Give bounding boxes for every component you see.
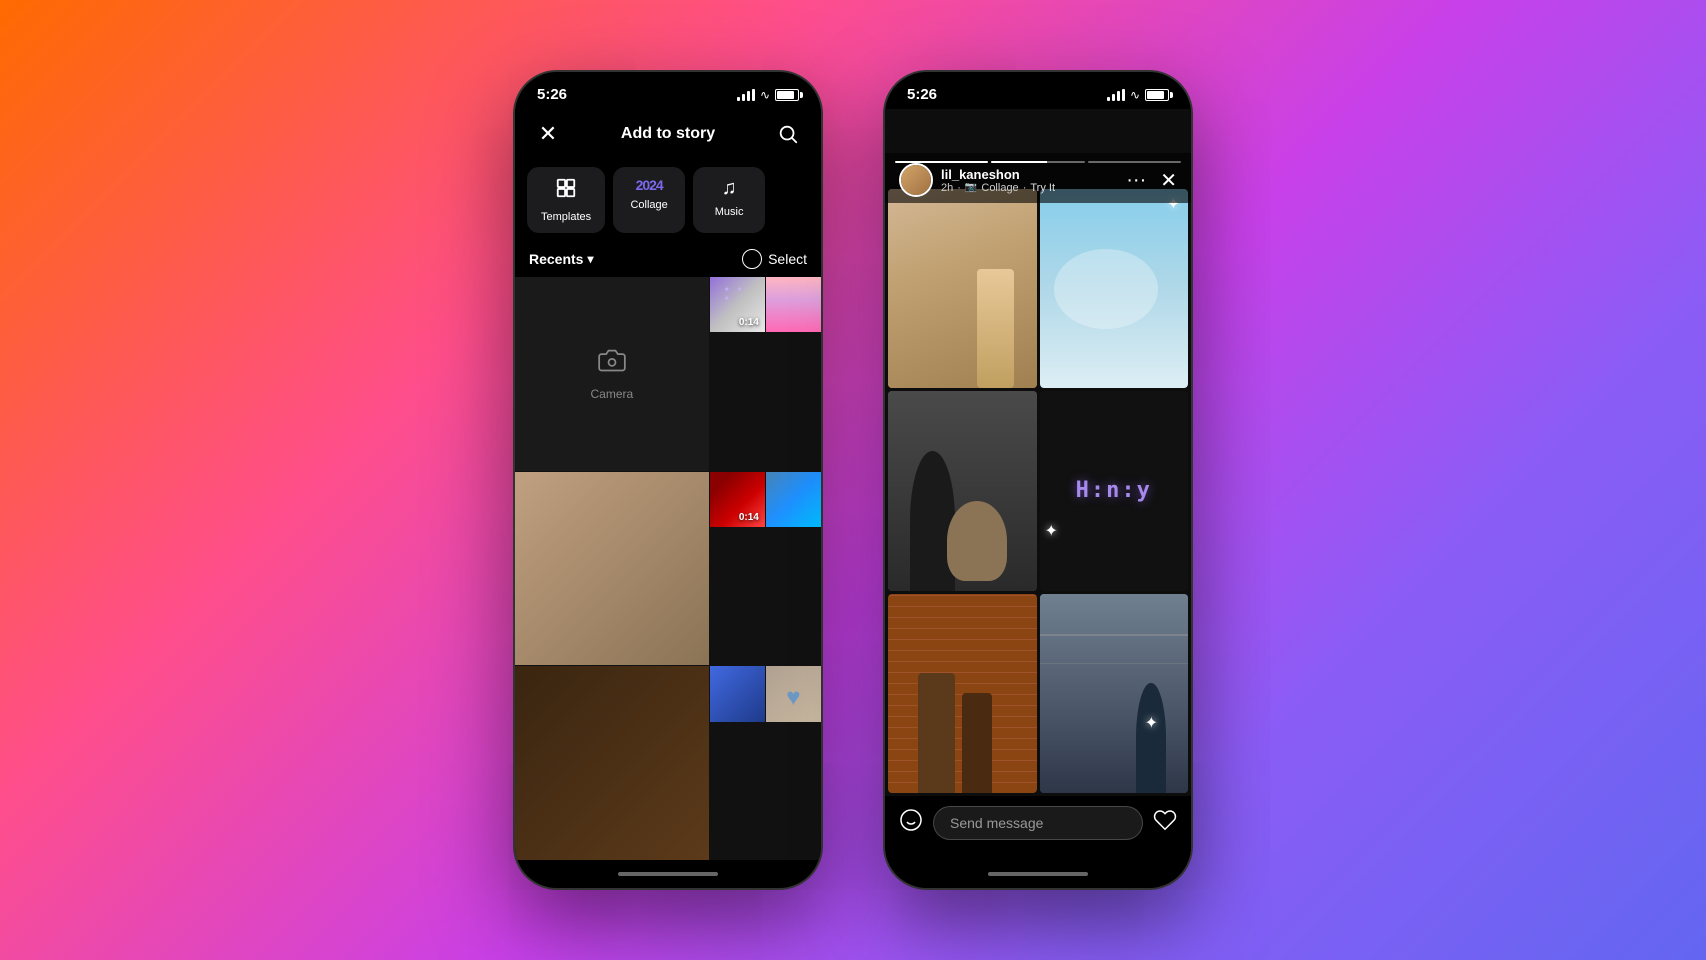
close-button[interactable]: ✕ [533, 119, 563, 149]
battery-icon-1 [775, 89, 799, 101]
dot-separator: · [957, 182, 961, 194]
battery-icon-2 [1145, 89, 1169, 101]
add-to-story-header: ✕ Add to story [515, 109, 821, 159]
story-collage: ✦ H:n: [885, 109, 1191, 796]
tab-music[interactable]: ♫ Music [693, 167, 765, 233]
collage-grid: ✦ H:n: [885, 109, 1191, 796]
sky-image: ✦ [1040, 189, 1189, 388]
status-time-1: 5:26 [537, 86, 567, 103]
templates-label: Templates [541, 211, 591, 223]
phone1-content: ✕ Add to story [515, 109, 821, 860]
heart-button[interactable] [1153, 808, 1177, 839]
brick-image [888, 594, 1037, 793]
story-progress-bars [885, 153, 1191, 167]
collage-item-5 [888, 594, 1037, 793]
recents-dropdown[interactable]: Recents ▾ [529, 251, 594, 267]
recents-label: Recents [529, 251, 583, 267]
text-overlay: H:n:y [1076, 478, 1152, 503]
photo-cell-8[interactable]: ♥ [766, 666, 821, 721]
phone2-content: lil_kaneshon 2h · 📷 Collage · Try It ··· [885, 109, 1191, 860]
dot-separator-2: · [1023, 182, 1027, 194]
status-icons-1: ∿ [737, 88, 799, 102]
progress-bar-3 [1088, 161, 1181, 163]
category-tabs: Templates 2024 Collage ♫ Music [515, 159, 821, 241]
home-bar-1 [618, 872, 718, 876]
story-meta: 2h · 📷 Collage · Try It [941, 182, 1055, 194]
status-bar-2: 5:26 ∿ [885, 72, 1191, 109]
more-options-button[interactable]: ··· [1126, 169, 1146, 192]
photo-cell-6[interactable] [515, 666, 709, 860]
phone-story-viewer: 5:26 ∿ [883, 70, 1193, 890]
tab-templates[interactable]: Templates [527, 167, 605, 233]
music-icon: ♫ [722, 177, 737, 200]
avatar-image [901, 165, 931, 195]
collage-icon: 2024 [636, 177, 663, 193]
status-bar-1: 5:26 ∿ [515, 72, 821, 109]
sparkle-icon-2: ✦ [1045, 521, 1058, 541]
message-input[interactable]: Send message [933, 806, 1143, 840]
collage-item-4: H:n:y ✦ [1040, 391, 1189, 590]
photo-cell-3[interactable] [515, 472, 709, 666]
rail-image: ✦ [1040, 594, 1189, 793]
collage-item-6: ✦ [1040, 594, 1189, 793]
video-duration-4: 0:14 [739, 512, 759, 523]
camera-icon [598, 347, 626, 379]
status-icons-2: ∿ [1107, 88, 1169, 102]
recents-bar: Recents ▾ Select [515, 241, 821, 277]
tab-collage[interactable]: 2024 Collage [613, 167, 685, 233]
signal-icon-2 [1107, 89, 1125, 101]
dog-image [888, 391, 1037, 590]
photo-cell-2[interactable] [766, 277, 821, 332]
home-indicator-1 [515, 860, 821, 888]
wifi-icon-1: ∿ [760, 88, 770, 102]
collage-item-3 [888, 391, 1037, 590]
story-bottom-bar: Send message [885, 796, 1191, 860]
status-time-2: 5:26 [907, 86, 937, 103]
home-bar-2 [988, 872, 1088, 876]
photo-grid: Camera 0:14 0:14 [515, 277, 821, 860]
search-button[interactable] [773, 119, 803, 149]
collage-label: Collage [630, 199, 667, 211]
photo-cell-7[interactable] [710, 666, 765, 721]
emoji-button[interactable] [899, 808, 923, 838]
dropdown-chevron-icon: ▾ [587, 252, 593, 266]
user-details: lil_kaneshon 2h · 📷 Collage · Try It [941, 167, 1055, 194]
collage-badge: 📷 [965, 182, 977, 193]
avatar [899, 163, 933, 197]
photo-cell-5[interactable] [766, 472, 821, 527]
sparkle-icon-3: ✦ [1145, 713, 1158, 733]
story-header-actions: ··· ✕ [1126, 168, 1177, 193]
music-label: Music [715, 206, 744, 218]
photo-cell-1[interactable]: 0:14 [710, 277, 765, 332]
phone-add-to-story: 5:26 ∿ ✕ Add to story [513, 70, 823, 890]
select-circle-icon [742, 249, 762, 269]
app-background: 5:26 ∿ ✕ Add to story [0, 0, 1706, 960]
progress-bar-2 [991, 161, 1084, 163]
select-button[interactable]: Select [742, 249, 807, 269]
templates-icon [555, 177, 577, 205]
collage-item-2: ✦ [1040, 189, 1189, 388]
username: lil_kaneshon [941, 167, 1055, 182]
close-story-button[interactable]: ✕ [1160, 168, 1177, 193]
camera-cell[interactable]: Camera [515, 277, 709, 471]
home-indicator-2 [885, 860, 1191, 888]
photo-cell-4[interactable]: 0:14 [710, 472, 765, 527]
progress-bar-1 [895, 161, 988, 163]
time-ago: 2h [941, 182, 953, 194]
collage-label: Collage [981, 182, 1018, 194]
select-label: Select [768, 251, 807, 267]
video-duration-1: 0:14 [739, 317, 759, 328]
header-title: Add to story [621, 125, 715, 143]
signal-icon-1 [737, 89, 755, 101]
camera-label: Camera [590, 387, 633, 401]
collage-item-1 [888, 189, 1037, 388]
wifi-icon-2: ∿ [1130, 88, 1140, 102]
story-user-info: lil_kaneshon 2h · 📷 Collage · Try It [899, 163, 1055, 197]
try-it-label: Try It [1030, 182, 1055, 194]
